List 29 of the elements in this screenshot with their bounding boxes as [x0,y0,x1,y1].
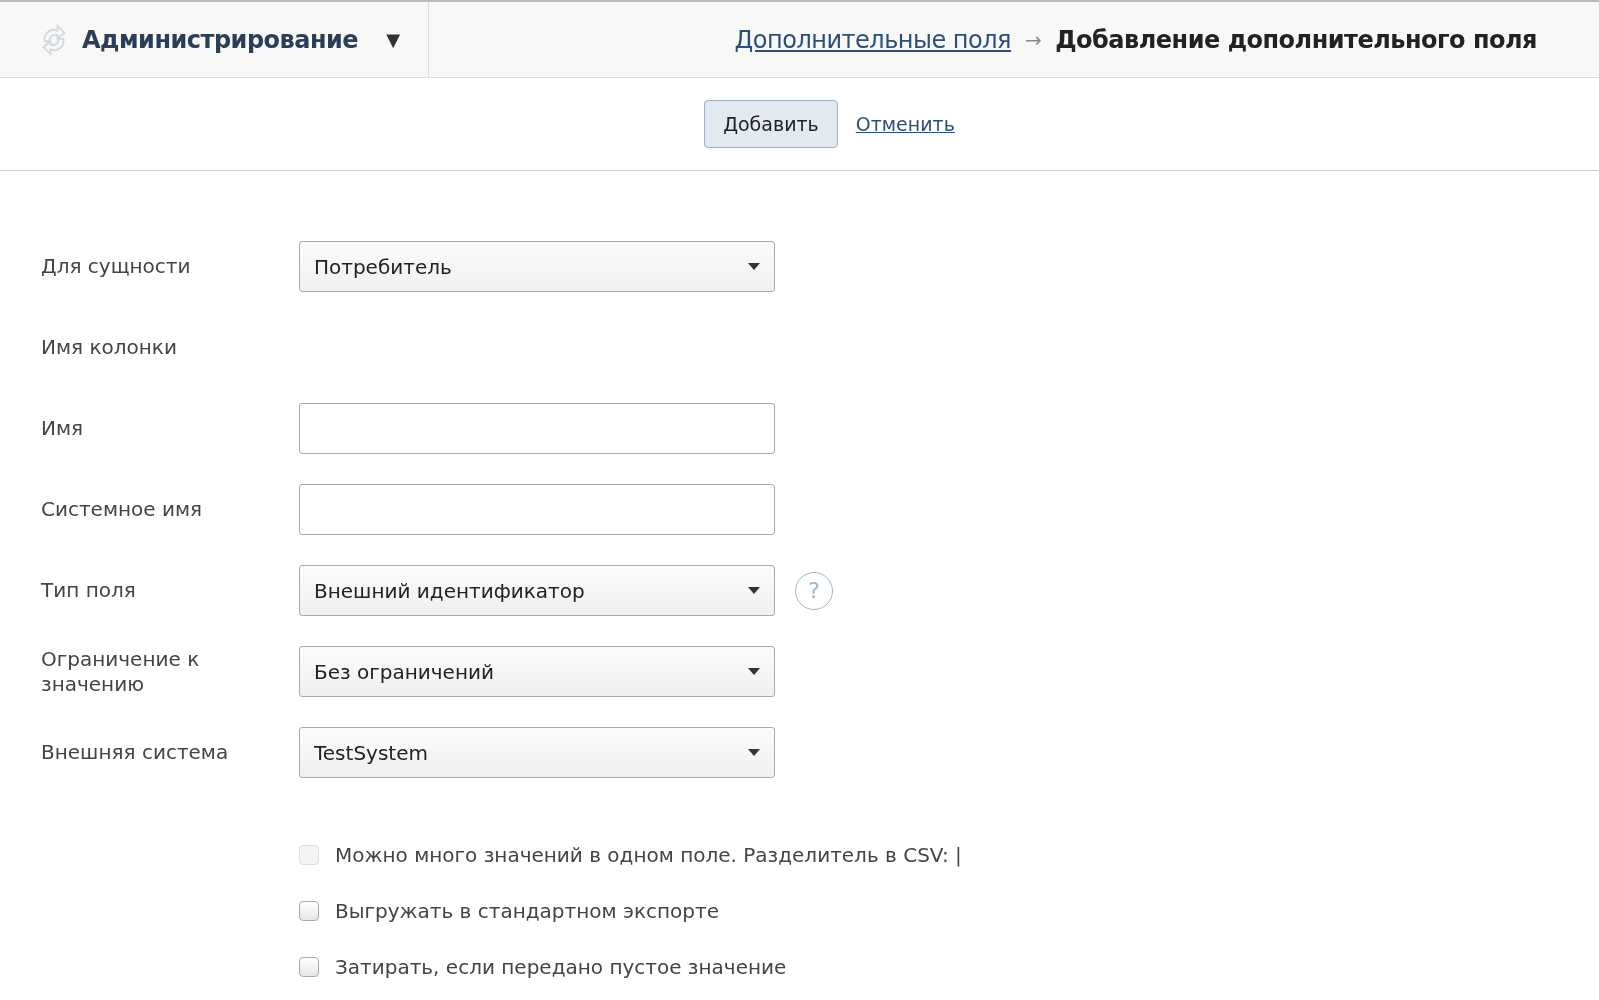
checkbox-label: Можно много значений в одном поле. Разделитель в CSV: | [335,843,962,867]
checkbox[interactable] [299,901,319,921]
select-field[interactable]: Без ограничений [299,646,775,697]
checkbox-label: Затирать, если передано пустое значение [335,955,787,979]
dropdown-arrow-icon [748,587,760,594]
cancel-link[interactable]: Отменить [855,113,955,135]
dropdown-arrow-icon [748,263,760,270]
input-field[interactable] [299,403,775,454]
dropdown-arrow-icon [748,668,760,675]
field-label: Внешняя система [41,740,230,765]
section-title[interactable]: Администрирование [82,25,359,54]
field-label: Для сущности [41,254,192,279]
checkbox[interactable] [299,957,319,977]
field-label: Имя колонки [41,335,178,360]
input-field[interactable] [299,484,775,535]
page-title: Добавление дополнительного поля [1055,25,1537,54]
field-label: Имя [41,416,85,441]
add-button[interactable]: Добавить [704,100,838,148]
select-field[interactable]: Внешний идентификатор [299,565,775,616]
select-field[interactable]: Потребитель [299,241,775,292]
dropdown-arrow-icon [748,749,760,756]
field-label: Ограничение к значению [41,646,201,697]
field-label: Тип поля [41,578,137,603]
breadcrumb-link[interactable]: Дополнительные поля [734,25,1011,54]
field-label: Системное имя [41,497,204,522]
select-field[interactable]: TestSystem [299,727,775,778]
breadcrumb-separator: → [1024,27,1042,52]
checkbox-label: Выгружать в стандартном экспорте [335,899,719,923]
caret-icon[interactable]: ▼ [386,29,400,50]
